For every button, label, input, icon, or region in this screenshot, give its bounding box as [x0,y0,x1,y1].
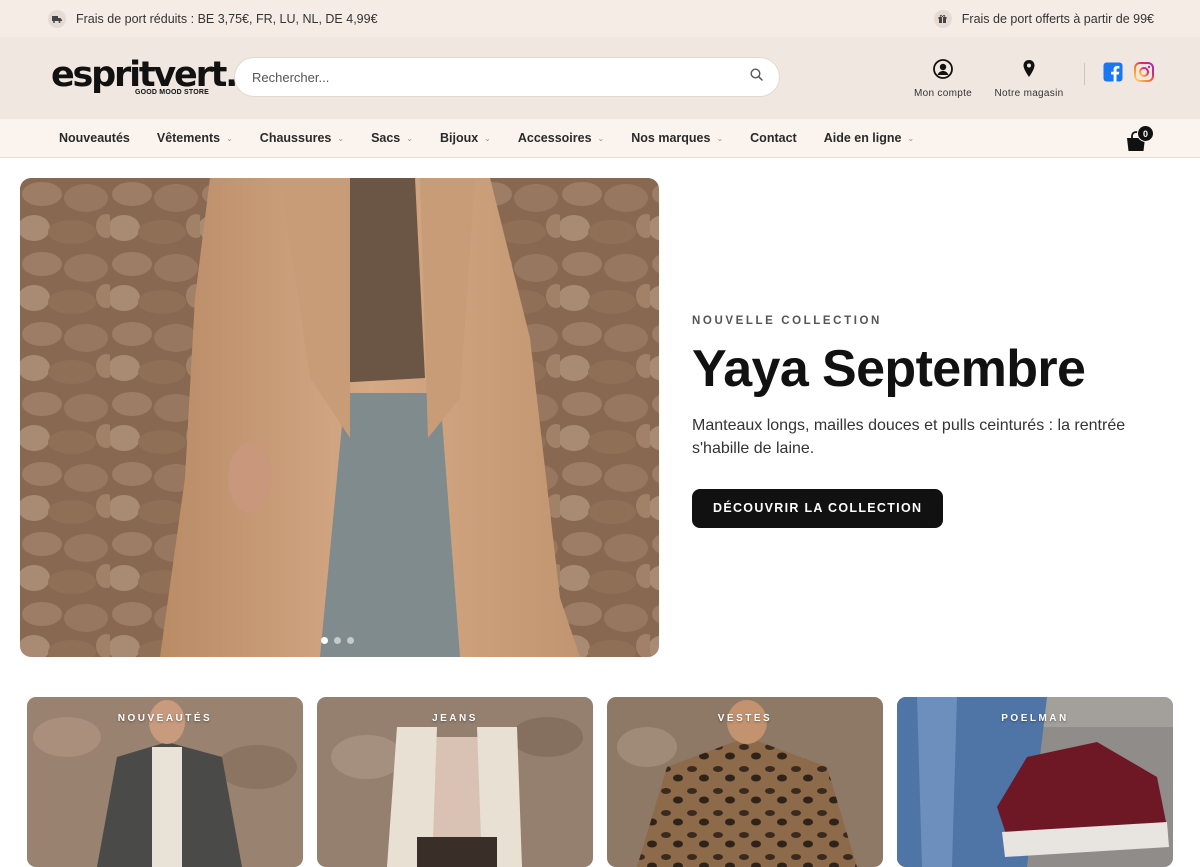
site-logo[interactable]: espritvert. GOOD MOOD STORE [51,55,238,97]
chevron-down-icon: ⌄ [716,134,724,143]
nav-item-nouveautes[interactable]: Nouveautés [59,131,130,145]
discover-collection-button[interactable]: DÉCOUVRIR LA COLLECTION [692,489,944,528]
nav-item-nos-marques[interactable]: Nos marques ⌄ [631,131,723,145]
social-links [1103,62,1154,87]
logo-tagline: GOOD MOOD STORE [134,89,209,96]
nav-label: Bijoux [439,131,479,145]
chevron-down-icon: ⌄ [406,134,413,143]
free-shipping-message: Frais de port offerts à partir de 99€ [933,9,1154,28]
hero-subtitle: Manteaux longs, mailles douces et pulls … [692,417,1126,457]
truck-icon [48,9,66,28]
instagram-icon[interactable] [1134,62,1154,87]
hero-title: Yaya Septembre [692,340,1086,398]
slide-dot[interactable] [347,637,354,644]
category-label: VESTES [717,713,773,724]
search-bar [234,57,780,97]
shipping-reduced-text: Frais de port réduits : BE 3,75€, FR, LU… [76,11,378,26]
nav-item-vetements[interactable]: Vêtements ⌄ [157,131,233,145]
nav-item-chaussures[interactable]: Chaussures ⌄ [260,131,344,145]
nav-label: Accessoires [517,131,592,145]
main-navigation: Nouveautés Vêtements ⌄ Chaussures ⌄ Sacs ⌄ … [0,119,1200,158]
announcement-bar: Frais de port réduits : BE 3,75€, FR, LU… [0,0,1200,37]
nav-item-aide-en-ligne[interactable]: Aide en ligne ⌄ [824,131,915,145]
nav-item-sacs[interactable]: Sacs ⌄ [371,131,413,145]
nav-item-accessoires[interactable]: Accessoires ⌄ [518,131,604,145]
nav-item-bijoux[interactable]: Bijoux ⌄ [440,131,491,145]
slide-dot[interactable] [321,637,328,644]
account-link[interactable]: Mon compte [913,59,973,99]
site-header: espritvert. GOOD MOOD STORE Mon compte N… [0,37,1200,119]
hero-content: NOUVELLE COLLECTION Yaya Septembre Mante… [692,315,1172,528]
header-divider [1084,63,1085,85]
category-label: JEANS [432,713,478,724]
account-label: Mon compte [913,88,973,99]
free-shipping-text: Frais de port offerts à partir de 99€ [961,11,1154,26]
shipping-reduced-message: Frais de port réduits : BE 3,75€, FR, LU… [48,9,378,28]
search-input[interactable] [252,69,750,85]
nav-label: Chaussures [259,131,332,145]
logo-wordmark: espritvert. [51,55,238,95]
user-icon [933,59,953,82]
gift-icon [933,9,952,28]
store-link[interactable]: Notre magasin [993,59,1065,99]
cart-button[interactable]: 0 [1126,125,1154,152]
facebook-icon[interactable] [1103,62,1123,87]
hero-image [20,178,659,657]
category-label: POELMAN [1001,713,1069,724]
store-label: Notre magasin [994,88,1064,99]
slide-indicators [321,637,354,644]
category-tile-poelman[interactable]: POELMAN [897,697,1173,867]
chevron-down-icon: ⌄ [226,134,233,143]
category-label: NOUVEAUTÉS [117,713,213,724]
chevron-down-icon: ⌄ [337,134,345,143]
cart-count-badge: 0 [1137,125,1154,142]
nav-label: Contact [750,131,797,145]
chevron-down-icon: ⌄ [484,134,491,143]
chevron-down-icon: ⌄ [907,134,915,143]
nav-label: Nos marques [631,131,711,145]
category-tile-vestes[interactable]: VESTES [607,697,883,867]
nav-label: Aide en ligne [823,131,902,145]
chevron-down-icon: ⌄ [597,134,605,143]
category-tile-nouveautes[interactable]: NOUVEAUTÉS [27,697,303,867]
nav-item-contact[interactable]: Contact [750,131,797,145]
hero-slideshow[interactable] [20,178,659,657]
search-icon[interactable] [750,68,763,86]
category-tile-jeans[interactable]: JEANS [317,697,593,867]
nav-label: Vêtements [156,131,221,145]
nav-label: Nouveautés [59,131,130,145]
map-pin-icon [1022,59,1036,82]
slide-dot[interactable] [334,637,341,644]
hero-eyebrow: NOUVELLE COLLECTION [692,315,882,327]
category-grid: NOUVEAUTÉS JEANS VESTES POELMAN [27,697,1173,867]
nav-label: Sacs [371,131,401,145]
